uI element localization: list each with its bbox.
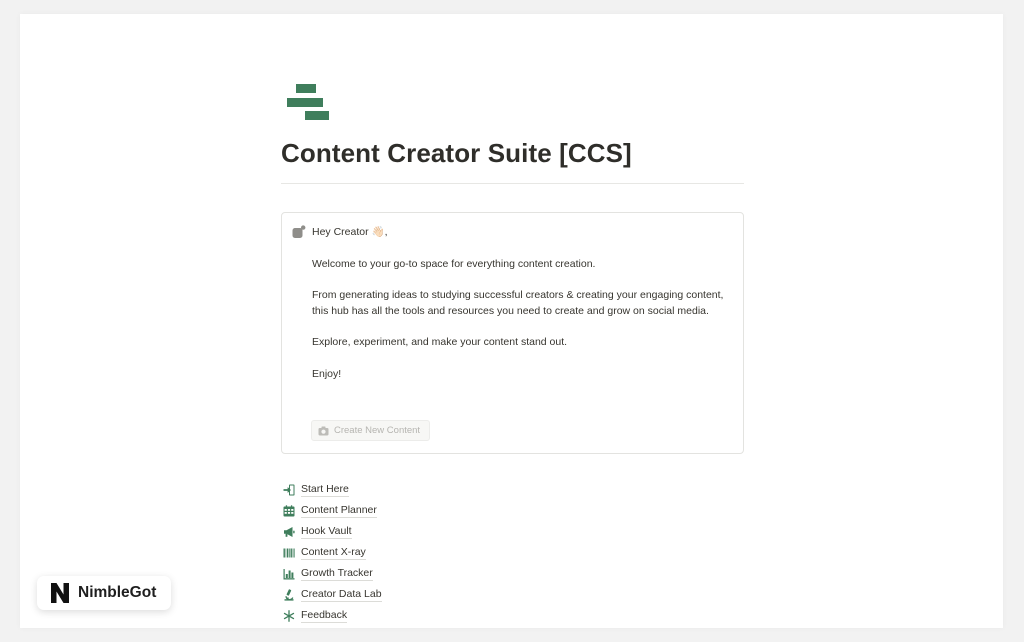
nav-item-start-here[interactable]: Start Here: [283, 479, 382, 500]
callout-paragraph: Explore, experiment, and make your conte…: [312, 336, 568, 349]
asterisk-icon: [283, 609, 295, 622]
n-logo-icon: [51, 583, 69, 603]
bar-chart-icon: [283, 568, 295, 579]
barcode-icon: [283, 548, 295, 557]
nav-item-label: Growth Tracker: [301, 566, 373, 581]
create-new-content-label: Create New Content: [334, 425, 421, 436]
nav-item-creator-data-lab[interactable]: Creator Data Lab: [283, 584, 382, 605]
page-title: Content Creator Suite [CCS]: [281, 138, 632, 168]
nav-item-content-x-ray[interactable]: Content X-ray: [283, 542, 382, 563]
welcome-callout: Hey Creator 👋🏻, Welcome to your go-to sp…: [281, 212, 744, 454]
nav-item-label: Content X-ray: [301, 545, 366, 560]
brand-name: NimbleGot: [78, 584, 157, 601]
callout-greeting: Hey Creator 👋🏻,: [312, 226, 388, 238]
stacked-bars-icon: [287, 84, 331, 122]
nav-item-content-planner[interactable]: Content Planner: [283, 500, 382, 521]
megaphone-icon: [284, 526, 295, 537]
create-new-content-button[interactable]: Create New Content: [311, 420, 431, 441]
camera-icon: [318, 426, 329, 435]
nav-item-label: Hook Vault: [301, 524, 352, 539]
callout-body: Hey Creator 👋🏻, Welcome to your go-to sp…: [312, 225, 732, 383]
callout-paragraph: From generating ideas to studying succes…: [312, 289, 724, 317]
nav-item-hook-vault[interactable]: Hook Vault: [283, 521, 382, 542]
title-divider: [281, 183, 744, 184]
nav-item-label: Feedback: [301, 608, 348, 623]
nav-item-label: Creator Data Lab: [301, 587, 382, 602]
callout-paragraph: Welcome to your go-to space for everythi…: [312, 257, 596, 270]
nav-item-label: Start Here: [301, 482, 349, 497]
nav-item-growth-tracker[interactable]: Growth Tracker: [283, 563, 382, 584]
nav-list: Start Here Content Planner Hook Vault Co…: [283, 479, 382, 626]
thought-bubble-icon: [292, 225, 306, 238]
callout-paragraph: Enjoy!: [312, 367, 342, 380]
microscope-icon: [284, 588, 294, 601]
brand-badge[interactable]: NimbleGot: [37, 576, 171, 610]
nav-item-feedback[interactable]: Feedback: [283, 605, 382, 626]
calendar-icon: [283, 504, 295, 516]
nav-item-label: Content Planner: [301, 503, 377, 518]
sign-in-icon: [283, 484, 295, 495]
page-frame: Content Creator Suite [CCS] Hey Creator …: [20, 14, 1003, 628]
